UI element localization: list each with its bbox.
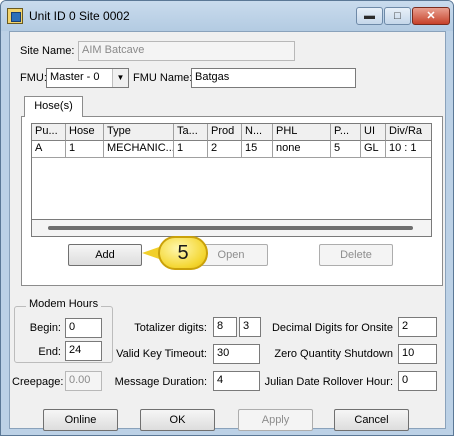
delete-hose-button[interactable]: Delete [319, 244, 393, 266]
table-cell: GL [361, 141, 386, 158]
decimal-digits-input[interactable]: 2 [398, 317, 437, 337]
fmu-select[interactable]: Master - 0 ▼ [46, 68, 129, 88]
column-header[interactable]: N... [242, 124, 273, 141]
zero-quantity-shutdown-label: Zero Quantity Shutdown [274, 348, 393, 360]
site-name-field: AIM Batcave [78, 41, 295, 61]
creepage-label: Creepage: [12, 376, 64, 388]
title-bar[interactable]: Unit ID 0 Site 0002 ▬ □ ✕ [1, 1, 453, 31]
zero-quantity-shutdown-input[interactable]: 10 [398, 344, 437, 364]
table-cell: 5 [331, 141, 361, 158]
column-header[interactable]: PHL [273, 124, 331, 141]
callout-number: 5 [158, 236, 208, 270]
column-header[interactable]: Div/Ra [386, 124, 431, 141]
apply-button[interactable]: Apply [238, 409, 313, 431]
begin-label: Begin: [29, 322, 61, 334]
column-header[interactable]: UI [361, 124, 386, 141]
table-cell: 1 [174, 141, 208, 158]
online-button[interactable]: Online [43, 409, 118, 431]
cancel-button[interactable]: Cancel [334, 409, 409, 431]
scrollbar-thumb[interactable] [48, 226, 413, 230]
dialog-window: Unit ID 0 Site 0002 ▬ □ ✕ Site Name: AIM… [0, 0, 454, 436]
table-cell: none [273, 141, 331, 158]
decimal-digits-label: Decimal Digits for Onsite [271, 322, 393, 334]
end-hour-input[interactable]: 24 [65, 341, 102, 361]
column-header[interactable]: Hose [66, 124, 104, 141]
modem-hours-title: Modem Hours [26, 298, 102, 310]
totalizer-digits-input-1[interactable]: 8 [213, 317, 237, 337]
site-name-label: Site Name: [20, 45, 75, 57]
begin-hour-input[interactable]: 0 [65, 318, 102, 338]
fmu-name-input[interactable]: Batgas [191, 68, 356, 88]
column-header[interactable]: P... [331, 124, 361, 141]
table-cell: A [32, 141, 66, 158]
table-cell: 2 [208, 141, 242, 158]
chevron-down-icon[interactable]: ▼ [112, 69, 128, 87]
message-duration-label: Message Duration: [114, 376, 207, 388]
julian-rollover-input[interactable]: 0 [398, 371, 437, 391]
step-callout: 5 [142, 236, 208, 270]
end-label: End: [38, 346, 61, 358]
table-header-row: Pu... Hose Type Ta... Prod N... PHL P...… [32, 124, 431, 141]
totalizer-digits-label: Totalizer digits: [134, 322, 207, 334]
add-hose-button[interactable]: Add [68, 244, 142, 266]
creepage-field: 0.00 [65, 371, 102, 391]
table-row[interactable]: A 1 MECHANIC... 1 2 15 none 5 GL 10 : 1 [32, 141, 431, 158]
julian-rollover-label: Julian Date Rollover Hour: [264, 376, 393, 388]
message-duration-input[interactable]: 4 [213, 371, 260, 391]
app-icon [7, 8, 23, 24]
column-header[interactable]: Prod [208, 124, 242, 141]
window-title: Unit ID 0 Site 0002 [29, 9, 130, 23]
column-header[interactable]: Pu... [32, 124, 66, 141]
column-header[interactable]: Type [104, 124, 174, 141]
close-button[interactable]: ✕ [412, 7, 450, 25]
table-cell: 1 [66, 141, 104, 158]
tab-hoses[interactable]: Hose(s) [24, 96, 83, 117]
maximize-button[interactable]: □ [384, 7, 411, 25]
ok-button[interactable]: OK [140, 409, 215, 431]
totalizer-digits-input-2[interactable]: 3 [239, 317, 261, 337]
horizontal-scrollbar[interactable] [31, 219, 432, 237]
table-cell: 15 [242, 141, 273, 158]
valid-key-timeout-input[interactable]: 30 [213, 344, 260, 364]
minimize-button[interactable]: ▬ [356, 7, 383, 25]
table-cell: MECHANIC... [104, 141, 174, 158]
valid-key-timeout-label: Valid Key Timeout: [116, 348, 207, 360]
fmu-name-label: FMU Name: [133, 72, 193, 84]
fmu-label: FMU: [20, 72, 47, 84]
fmu-select-value: Master - 0 [50, 71, 100, 83]
table-cell: 10 : 1 [386, 141, 431, 158]
column-header[interactable]: Ta... [174, 124, 208, 141]
